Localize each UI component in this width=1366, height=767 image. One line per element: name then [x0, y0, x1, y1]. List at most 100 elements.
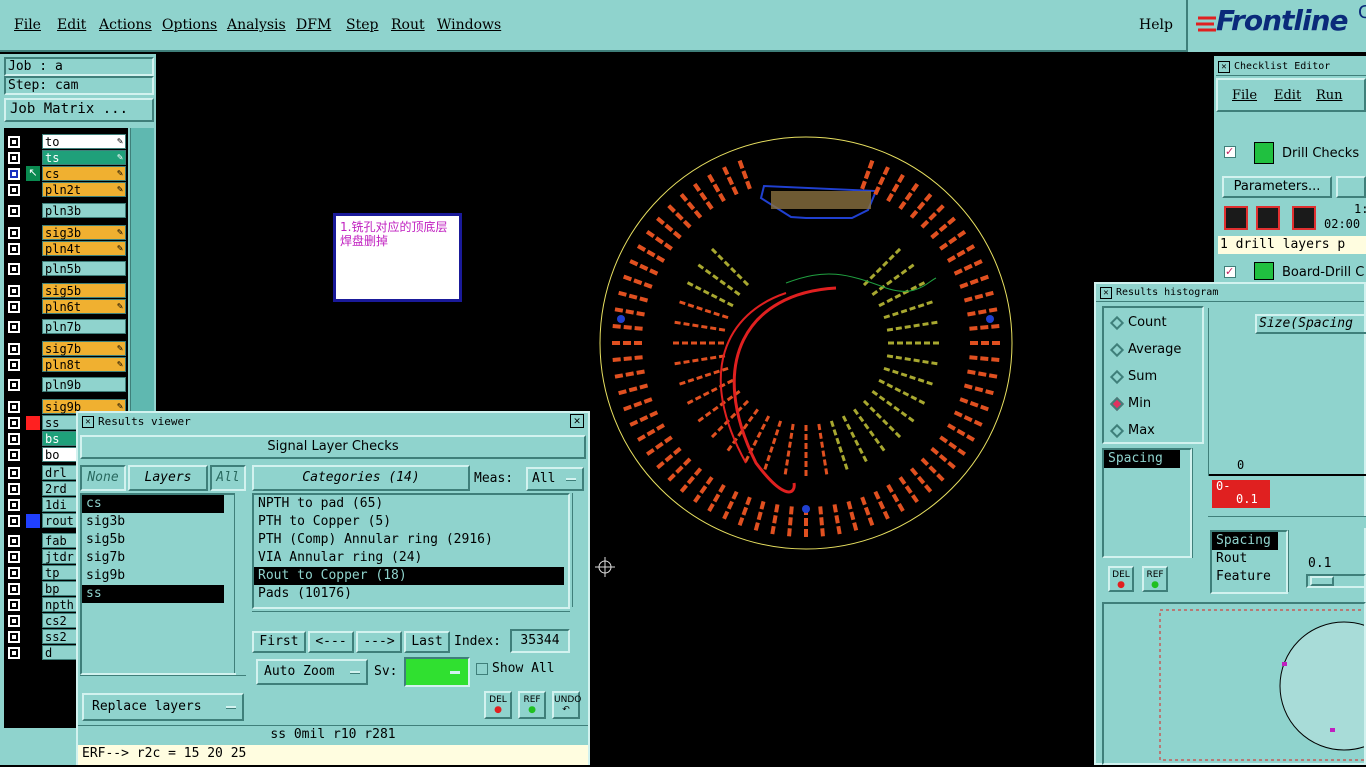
- category-item[interactable]: PTH to Copper (5): [254, 513, 564, 531]
- size-spacing-label[interactable]: Size(Spacing: [1255, 314, 1366, 334]
- layer-name[interactable]: pln7b: [42, 319, 126, 334]
- layer-list-hscroll[interactable]: [80, 675, 246, 687]
- histogram-slider[interactable]: [1306, 574, 1366, 588]
- menu-step[interactable]: Step: [346, 17, 378, 33]
- layer-checkbox[interactable]: [8, 615, 20, 627]
- menu-file[interactable]: File: [14, 17, 41, 33]
- layer-row-sig7b[interactable]: sig7b: [4, 341, 128, 356]
- layer-checkbox[interactable]: [8, 379, 20, 391]
- layer-name[interactable]: pln8t: [42, 357, 126, 372]
- layer-name[interactable]: pln6t: [42, 299, 126, 314]
- category-item[interactable]: Pads (10176): [254, 585, 564, 603]
- layer-checkbox[interactable]: [8, 583, 20, 595]
- window-menu-icon[interactable]: ✕: [82, 416, 94, 428]
- histogram-option-min[interactable]: Min: [1104, 395, 1202, 415]
- checklist-menu-edit[interactable]: Edit: [1274, 88, 1301, 103]
- histogram-slider-thumb[interactable]: [1310, 576, 1334, 586]
- radio-icon[interactable]: [1109, 315, 1125, 331]
- categories-list[interactable]: NPTH to pad (65) PTH to Copper (5) PTH (Co…: [252, 493, 570, 609]
- layer-checkbox[interactable]: [8, 647, 20, 659]
- checklist-titlebar[interactable]: ✕ Checklist Editor: [1216, 58, 1366, 76]
- layer-checkbox[interactable]: [8, 515, 20, 527]
- category-item[interactable]: NPTH to pad (65): [254, 495, 564, 513]
- none-button[interactable]: None: [80, 465, 126, 491]
- category-item[interactable]: PTH (Comp) Annular ring (2916): [254, 531, 564, 549]
- layer-checkbox[interactable]: [8, 567, 20, 579]
- menu-edit[interactable]: Edit: [57, 17, 86, 33]
- radio-icon[interactable]: [1109, 342, 1125, 358]
- histogram-list-1-scroll[interactable]: [1192, 448, 1204, 558]
- layer-results-list[interactable]: cs sig3b sig5b sig7b sig9b ss: [80, 493, 236, 675]
- last-button[interactable]: Last: [404, 631, 450, 653]
- index-input[interactable]: 35344: [510, 629, 570, 653]
- layer-name[interactable]: sig3b: [42, 225, 126, 240]
- layer-checkbox[interactable]: [8, 401, 20, 413]
- layer-row-pln6t[interactable]: pln6t: [4, 299, 128, 314]
- layer-checkbox[interactable]: [8, 301, 20, 313]
- layer-checkbox[interactable]: [8, 168, 20, 180]
- layer-row-pln4t[interactable]: pln4t: [4, 241, 128, 256]
- histogram-list-1[interactable]: Spacing: [1102, 448, 1192, 558]
- layers-button[interactable]: Layers: [128, 465, 208, 491]
- checklist-menu-run[interactable]: Run: [1316, 88, 1343, 103]
- menu-options[interactable]: Options: [162, 17, 217, 33]
- layer-row-cs[interactable]: ↖ cs: [4, 166, 128, 181]
- histogram-option-max[interactable]: Max: [1104, 422, 1202, 442]
- radio-icon[interactable]: [1109, 423, 1125, 439]
- job-matrix-button[interactable]: Job Matrix ...: [4, 98, 154, 122]
- checklist-extra-button[interactable]: [1336, 176, 1366, 198]
- prev-button[interactable]: <---: [308, 631, 354, 653]
- all-button[interactable]: All: [210, 465, 246, 491]
- layer-checkbox[interactable]: [8, 184, 20, 196]
- layer-name[interactable]: sig7b: [42, 341, 126, 356]
- layer-result-item[interactable]: cs: [82, 495, 224, 513]
- layer-checkbox[interactable]: [8, 467, 20, 479]
- menu-analysis[interactable]: Analysis: [227, 17, 286, 33]
- window-menu-icon[interactable]: ✕: [1100, 287, 1112, 299]
- ref-button[interactable]: REF ●: [518, 691, 546, 719]
- categories-vscroll[interactable]: [572, 493, 584, 607]
- layer-list-vscroll[interactable]: [234, 493, 246, 673]
- layer-name[interactable]: pln9b: [42, 377, 126, 392]
- layer-checkbox[interactable]: [8, 359, 20, 371]
- layer-row-sig3b[interactable]: sig3b: [4, 225, 128, 240]
- layer-result-item[interactable]: sig9b: [82, 567, 224, 585]
- layer-name[interactable]: ts: [42, 150, 126, 165]
- layer-checkbox[interactable]: [8, 535, 20, 547]
- histogram-option-count[interactable]: Count: [1104, 314, 1202, 334]
- first-button[interactable]: First: [252, 631, 306, 653]
- layer-checkbox[interactable]: [8, 433, 20, 445]
- histogram-list-2-item[interactable]: Feature: [1212, 568, 1278, 586]
- layer-checkbox[interactable]: [8, 227, 20, 239]
- layer-row-ts[interactable]: ts: [4, 150, 128, 165]
- layer-name[interactable]: sig5b: [42, 283, 126, 298]
- layer-checkbox[interactable]: [8, 205, 20, 217]
- histogram-option-sum[interactable]: Sum: [1104, 368, 1202, 388]
- layer-checkbox[interactable]: [8, 551, 20, 563]
- layer-checkbox[interactable]: [8, 417, 20, 429]
- layer-checkbox[interactable]: [8, 499, 20, 511]
- layer-row-pln7b[interactable]: pln7b: [4, 319, 128, 334]
- layer-result-item[interactable]: sig5b: [82, 531, 224, 549]
- layer-checkbox[interactable]: [8, 152, 20, 164]
- radio-icon[interactable]: [1109, 369, 1125, 385]
- layer-result-item[interactable]: sig7b: [82, 549, 224, 567]
- layer-row-pln9b[interactable]: pln9b: [4, 377, 128, 392]
- sv-color-dropdown[interactable]: [404, 657, 470, 687]
- layer-name[interactable]: pln3b: [42, 203, 126, 218]
- layer-checkbox[interactable]: [8, 631, 20, 643]
- layer-result-item[interactable]: ss: [82, 585, 224, 603]
- layer-row-pln5b[interactable]: pln5b: [4, 261, 128, 276]
- hist-ref-button[interactable]: REF ●: [1142, 566, 1168, 592]
- close-icon[interactable]: ✕: [570, 414, 584, 428]
- layer-row-pln3b[interactable]: pln3b: [4, 203, 128, 218]
- run-icon-2[interactable]: [1256, 206, 1280, 230]
- radio-icon[interactable]: [1109, 396, 1125, 412]
- checklist-menu-file[interactable]: File: [1232, 88, 1257, 103]
- layer-checkbox[interactable]: [8, 483, 20, 495]
- category-item[interactable]: Rout to Copper (18): [254, 567, 564, 585]
- menu-rout[interactable]: Rout: [391, 17, 425, 33]
- menu-dfm[interactable]: DFM: [296, 17, 331, 33]
- menu-actions[interactable]: Actions: [99, 17, 152, 33]
- histogram-preview[interactable]: [1102, 602, 1366, 765]
